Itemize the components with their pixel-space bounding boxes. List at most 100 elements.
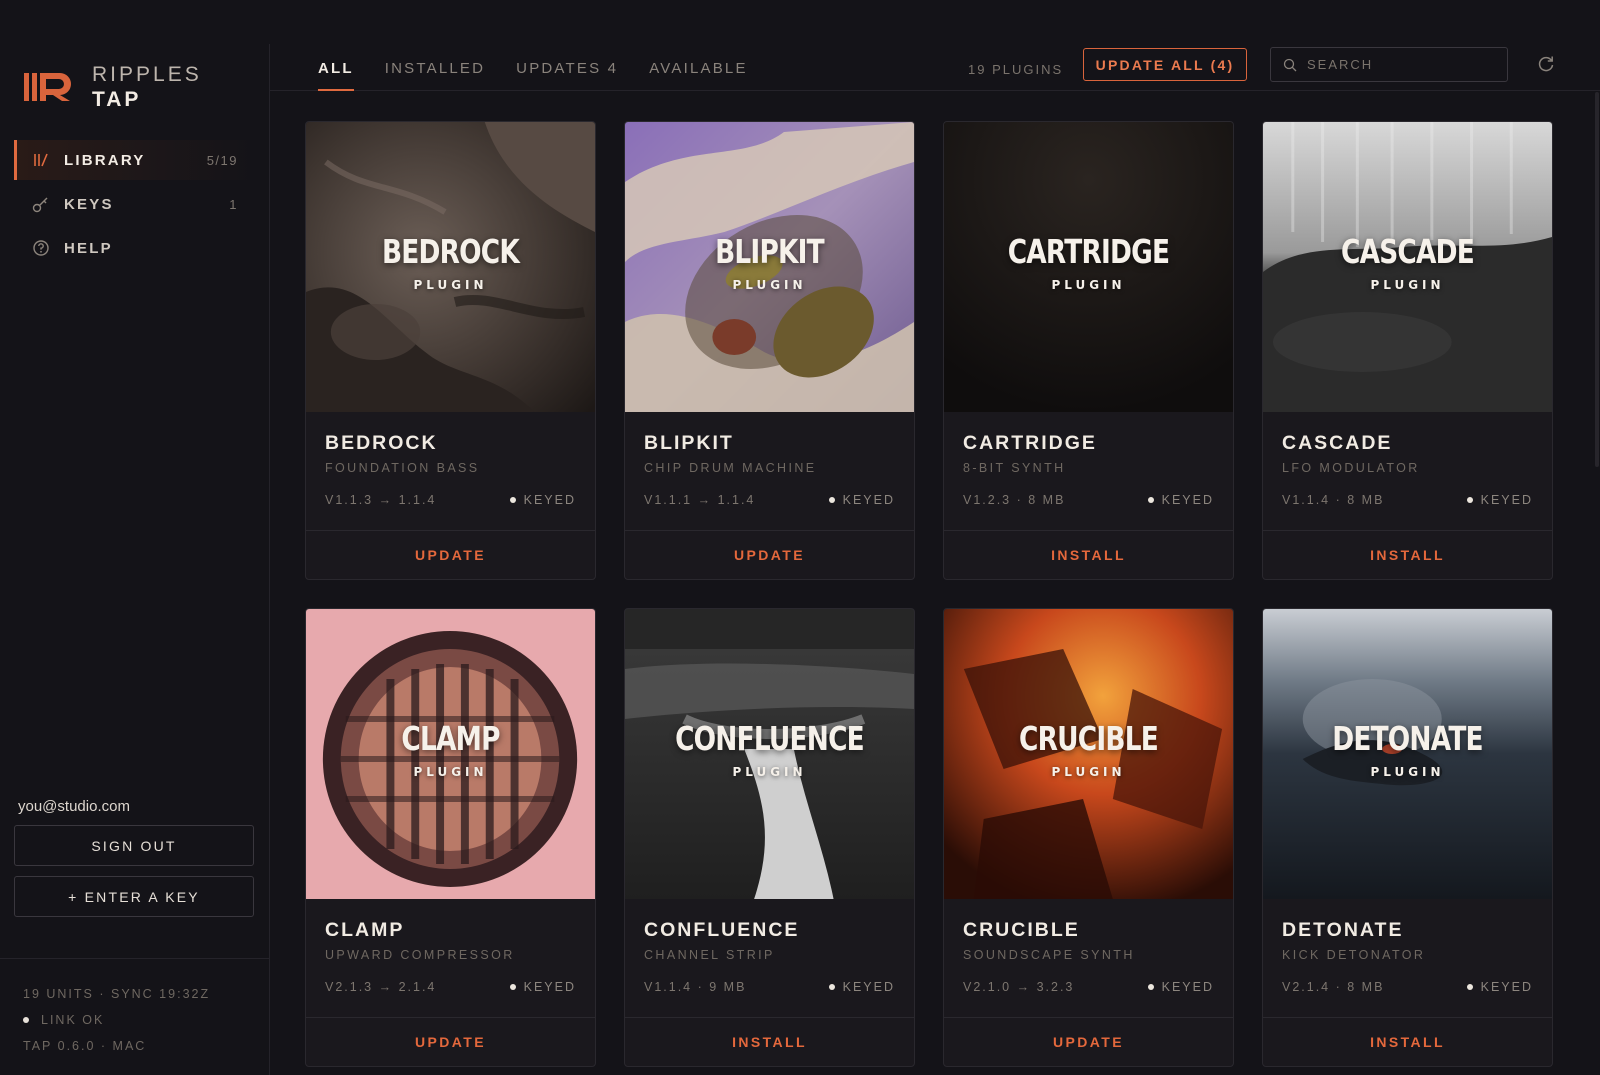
- plugin-artwork: CONFLUENCE PLUGIN: [625, 609, 914, 899]
- key-status: KEYED: [1147, 493, 1214, 507]
- plugin-info: BEDROCK FOUNDATION BASS V1.1.3 → 1.1.4 K…: [306, 412, 595, 531]
- plugin-name: BLIPKIT: [644, 432, 734, 454]
- plugin-artwork: CRUCIBLE PLUGIN: [944, 609, 1233, 899]
- key-status-label: KEYED: [1161, 493, 1214, 507]
- artwork-subtitle: PLUGIN: [413, 278, 488, 292]
- install-button[interactable]: INSTALL: [625, 1018, 914, 1066]
- artwork-title: CASCADE: [1341, 232, 1475, 271]
- brand: RIPPLES TAP: [24, 62, 202, 112]
- plugin-version: V2.1.0 → 3.2.3: [963, 980, 1075, 994]
- artwork-subtitle: PLUGIN: [1051, 278, 1126, 292]
- ripples-logo-icon: [24, 73, 71, 101]
- plugin-card-bedrock[interactable]: BEDROCK PLUGIN BEDROCK FOUNDATION BASS V…: [305, 121, 596, 580]
- plugin-artwork: BEDROCK PLUGIN: [306, 122, 595, 412]
- plugin-name: DETONATE: [1282, 919, 1404, 941]
- plugin-version: V1.1.1 → 1.1.4: [644, 493, 756, 507]
- sidebar-item-help[interactable]: HELP: [14, 228, 254, 268]
- plugin-info: CONFLUENCE CHANNEL STRIP V1.1.4 · 9 MB K…: [625, 899, 914, 1018]
- key-status: KEYED: [509, 493, 576, 507]
- plugin-name: CONFLUENCE: [644, 919, 800, 941]
- plugin-card-crucible[interactable]: CRUCIBLE PLUGIN CRUCIBLE SOUNDSCAPE SYNT…: [943, 608, 1234, 1067]
- plugin-card-blipkit[interactable]: BLIPKIT PLUGIN BLIPKIT CHIP DRUM MACHINE…: [624, 121, 915, 580]
- artwork-subtitle: PLUGIN: [1370, 765, 1445, 779]
- install-button[interactable]: INSTALL: [1263, 531, 1552, 579]
- plugin-name: CARTRIDGE: [963, 432, 1097, 454]
- plugin-grid: BEDROCK PLUGIN BEDROCK FOUNDATION BASS V…: [305, 121, 1556, 1067]
- artwork-subtitle: PLUGIN: [732, 278, 807, 292]
- key-status: KEYED: [828, 980, 895, 994]
- artwork-subtitle: PLUGIN: [1051, 765, 1126, 779]
- tab-installed[interactable]: INSTALLED: [385, 44, 485, 91]
- key-status-label: KEYED: [1480, 493, 1533, 507]
- update-button[interactable]: UPDATE: [306, 531, 595, 579]
- search-box[interactable]: [1270, 47, 1508, 82]
- key-status-label: KEYED: [842, 493, 895, 507]
- tab-all[interactable]: ALL: [318, 44, 354, 91]
- key-status-label: KEYED: [523, 493, 576, 507]
- plugin-info: CLAMP UPWARD COMPRESSOR V2.1.3 → 2.1.4 K…: [306, 899, 595, 1018]
- status-dot-icon: [23, 1017, 29, 1023]
- account-email: you@studio.com: [18, 798, 130, 815]
- artwork-title: CLAMP: [401, 719, 500, 758]
- filter-tabs: ALL INSTALLED UPDATES 4 AVAILABLE: [318, 44, 779, 91]
- top-bar: ALL INSTALLED UPDATES 4 AVAILABLE 19 PLU…: [270, 44, 1600, 91]
- sidebar-item-count: 1: [229, 196, 238, 212]
- key-status: KEYED: [509, 980, 576, 994]
- update-button[interactable]: UPDATE: [944, 1018, 1233, 1066]
- enter-key-button[interactable]: + ENTER A KEY: [14, 876, 254, 917]
- key-status: KEYED: [1466, 980, 1533, 994]
- search-input[interactable]: [1307, 57, 1497, 72]
- plugin-card-detonate[interactable]: DETONATE PLUGIN DETONATE KICK DETONATOR …: [1262, 608, 1553, 1067]
- sidebar-nav: LIBRARY 5/19 KEYS 1 HELP: [14, 140, 254, 272]
- sidebar-item-library[interactable]: LIBRARY 5/19: [14, 140, 254, 180]
- plugin-type: CHANNEL STRIP: [644, 948, 775, 962]
- keyed-dot-icon: [1466, 497, 1473, 503]
- sign-out-button[interactable]: SIGN OUT: [14, 825, 254, 866]
- plugin-type: UPWARD COMPRESSOR: [325, 948, 515, 962]
- key-status-label: KEYED: [523, 980, 576, 994]
- refresh-icon[interactable]: [1536, 54, 1556, 74]
- keyed-dot-icon: [509, 984, 516, 990]
- plugin-artwork: CLAMP PLUGIN: [306, 609, 595, 899]
- plugin-card-confluence[interactable]: CONFLUENCE PLUGIN CONFLUENCE CHANNEL STR…: [624, 608, 915, 1067]
- plugin-type: LFO MODULATOR: [1282, 461, 1420, 475]
- plugin-type: SOUNDSCAPE SYNTH: [963, 948, 1135, 962]
- plugin-name: CASCADE: [1282, 432, 1393, 454]
- key-icon: [32, 195, 50, 213]
- plugin-type: KICK DETONATOR: [1282, 948, 1426, 962]
- plugin-info: CRUCIBLE SOUNDSCAPE SYNTH V2.1.0 → 3.2.3…: [944, 899, 1233, 1018]
- plugin-info: DETONATE KICK DETONATOR V2.1.4 · 8 MB KE…: [1263, 899, 1552, 1018]
- update-button[interactable]: UPDATE: [625, 531, 914, 579]
- brand-product: TAP: [92, 88, 142, 111]
- plugin-card-cartridge[interactable]: CARTRIDGE PLUGIN CARTRIDGE 8-BIT SYNTH V…: [943, 121, 1234, 580]
- tab-updates[interactable]: UPDATES 4: [516, 44, 618, 91]
- brand-name: RIPPLES: [92, 63, 202, 86]
- keyed-dot-icon: [1466, 984, 1473, 990]
- install-button[interactable]: INSTALL: [1263, 1018, 1552, 1066]
- plugin-name: CRUCIBLE: [963, 919, 1080, 941]
- scrollbar[interactable]: [1594, 92, 1600, 467]
- library-icon: [32, 151, 50, 169]
- artwork-subtitle: PLUGIN: [1370, 278, 1445, 292]
- install-button[interactable]: INSTALL: [944, 531, 1233, 579]
- sidebar-item-label: HELP: [64, 239, 113, 257]
- scrollbar-thumb[interactable]: [1595, 92, 1599, 467]
- help-icon: [32, 239, 50, 257]
- plugin-card-cascade[interactable]: CASCADE PLUGIN CASCADE LFO MODULATOR V1.…: [1262, 121, 1553, 580]
- plugin-card-clamp[interactable]: CLAMP PLUGIN CLAMP UPWARD COMPRESSOR V2.…: [305, 608, 596, 1067]
- search-icon: [1283, 58, 1297, 71]
- artwork-title: DETONATE: [1332, 719, 1483, 758]
- update-button[interactable]: UPDATE: [306, 1018, 595, 1066]
- sidebar-item-keys[interactable]: KEYS 1: [14, 184, 254, 224]
- key-status-label: KEYED: [1480, 980, 1533, 994]
- artwork-title: CARTRIDGE: [1007, 232, 1170, 271]
- keyed-dot-icon: [828, 497, 835, 503]
- plugin-name: CLAMP: [325, 919, 405, 941]
- update-all-button[interactable]: UPDATE ALL (4): [1083, 48, 1247, 81]
- plugin-type: FOUNDATION BASS: [325, 461, 480, 475]
- status-footer: 19 UNITS · SYNC 19:32Z LINK OK TAP 0.6.0…: [0, 958, 269, 1059]
- key-status-label: KEYED: [1161, 980, 1214, 994]
- plugin-artwork: CARTRIDGE PLUGIN: [944, 122, 1233, 412]
- key-status: KEYED: [1147, 980, 1214, 994]
- tab-available[interactable]: AVAILABLE: [649, 44, 747, 91]
